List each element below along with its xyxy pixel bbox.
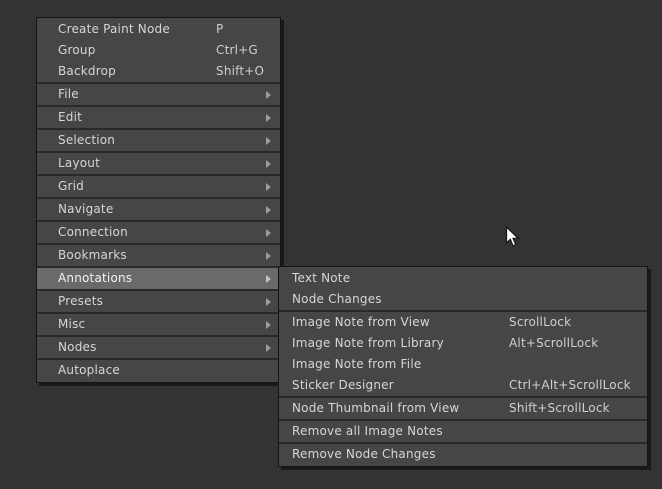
menu-item-shortcut: Ctrl+G	[216, 40, 258, 61]
menu-item-label: Layout	[58, 153, 100, 174]
menu-item-label: Image Note from View	[292, 312, 430, 333]
menu-item-label: Edit	[58, 107, 82, 128]
node-graph-context-menu: Create Paint Node P Group Ctrl+G Backdro…	[36, 17, 281, 383]
menu-item-annotations[interactable]: Annotations	[37, 268, 280, 289]
submenu-arrow-icon	[266, 137, 271, 145]
menu-item-presets[interactable]: Presets	[37, 291, 280, 312]
menu-item-backdrop[interactable]: Backdrop Shift+O	[37, 61, 280, 82]
menu-item-label: Annotations	[58, 268, 132, 289]
submenu-arrow-icon	[266, 252, 271, 260]
menu-item-label: Misc	[58, 314, 85, 335]
menu-item-label: Node Thumbnail from View	[292, 398, 459, 419]
menu-item-label: Bookmarks	[58, 245, 127, 266]
menu-item-create-paint-node[interactable]: Create Paint Node P	[37, 19, 280, 40]
menu-item-label: Image Note from File	[292, 354, 421, 375]
menu-item-shortcut: ScrollLock	[509, 312, 571, 333]
menu-item-label: Autoplace	[58, 360, 120, 381]
menu-item-label: Selection	[58, 130, 115, 151]
menu-item-image-note-from-library[interactable]: Image Note from Library Alt+ScrollLock	[279, 333, 647, 354]
menu-item-grid[interactable]: Grid	[37, 176, 280, 197]
menu-item-layout[interactable]: Layout	[37, 153, 280, 174]
menu-item-shortcut: Ctrl+Alt+ScrollLock	[509, 375, 631, 396]
menu-item-nodes[interactable]: Nodes	[37, 337, 280, 358]
submenu-arrow-icon	[266, 229, 271, 237]
menu-item-label: Remove Node Changes	[292, 444, 436, 465]
menu-item-remove-node-changes[interactable]: Remove Node Changes	[279, 444, 647, 465]
menu-item-remove-all-image-notes[interactable]: Remove all Image Notes	[279, 421, 647, 442]
menu-item-label: Remove all Image Notes	[292, 421, 443, 442]
menu-item-label: Sticker Designer	[292, 375, 394, 396]
submenu-arrow-icon	[266, 344, 271, 352]
menu-item-bookmarks[interactable]: Bookmarks	[37, 245, 280, 266]
menu-item-group[interactable]: Group Ctrl+G	[37, 40, 280, 61]
menu-item-selection[interactable]: Selection	[37, 130, 280, 151]
menu-item-shortcut: P	[216, 19, 223, 40]
submenu-arrow-icon	[266, 160, 271, 168]
submenu-arrow-icon	[266, 206, 271, 214]
menu-item-sticker-designer[interactable]: Sticker Designer Ctrl+Alt+ScrollLock	[279, 375, 647, 396]
menu-item-label: Text Note	[292, 268, 350, 289]
menu-item-edit[interactable]: Edit	[37, 107, 280, 128]
submenu-arrow-icon	[266, 91, 271, 99]
menu-item-shortcut: Alt+ScrollLock	[509, 333, 598, 354]
menu-item-label: Nodes	[58, 337, 97, 358]
menu-item-file[interactable]: File	[37, 84, 280, 105]
menu-item-misc[interactable]: Misc	[37, 314, 280, 335]
menu-item-image-note-from-file[interactable]: Image Note from File	[279, 354, 647, 375]
menu-item-autoplace[interactable]: Autoplace	[37, 360, 280, 381]
submenu-arrow-icon	[266, 275, 271, 283]
menu-item-label: Presets	[58, 291, 103, 312]
menu-item-connection[interactable]: Connection	[37, 222, 280, 243]
menu-item-label: Node Changes	[292, 289, 382, 310]
menu-item-image-note-from-view[interactable]: Image Note from View ScrollLock	[279, 312, 647, 333]
menu-item-label: Backdrop	[58, 61, 116, 82]
menu-item-label: Create Paint Node	[58, 19, 170, 40]
menu-item-label: Connection	[58, 222, 128, 243]
submenu-arrow-icon	[266, 183, 271, 191]
menu-item-navigate[interactable]: Navigate	[37, 199, 280, 220]
menu-item-label: Group	[58, 40, 96, 61]
annotations-submenu: Text Note Node Changes Image Note from V…	[278, 266, 648, 467]
menu-item-shortcut: Shift+ScrollLock	[509, 398, 610, 419]
menu-item-label: Grid	[58, 176, 84, 197]
menu-item-label: File	[58, 84, 79, 105]
submenu-arrow-icon	[266, 114, 271, 122]
menu-item-label: Image Note from Library	[292, 333, 444, 354]
menu-item-node-thumbnail-from-view[interactable]: Node Thumbnail from View Shift+ScrollLoc…	[279, 398, 647, 419]
menu-item-label: Navigate	[58, 199, 113, 220]
submenu-arrow-icon	[266, 321, 271, 329]
menu-item-shortcut: Shift+O	[216, 61, 264, 82]
mouse-cursor-icon	[505, 226, 520, 252]
menu-item-text-note[interactable]: Text Note	[279, 268, 647, 289]
submenu-arrow-icon	[266, 298, 271, 306]
menu-item-node-changes[interactable]: Node Changes	[279, 289, 647, 310]
